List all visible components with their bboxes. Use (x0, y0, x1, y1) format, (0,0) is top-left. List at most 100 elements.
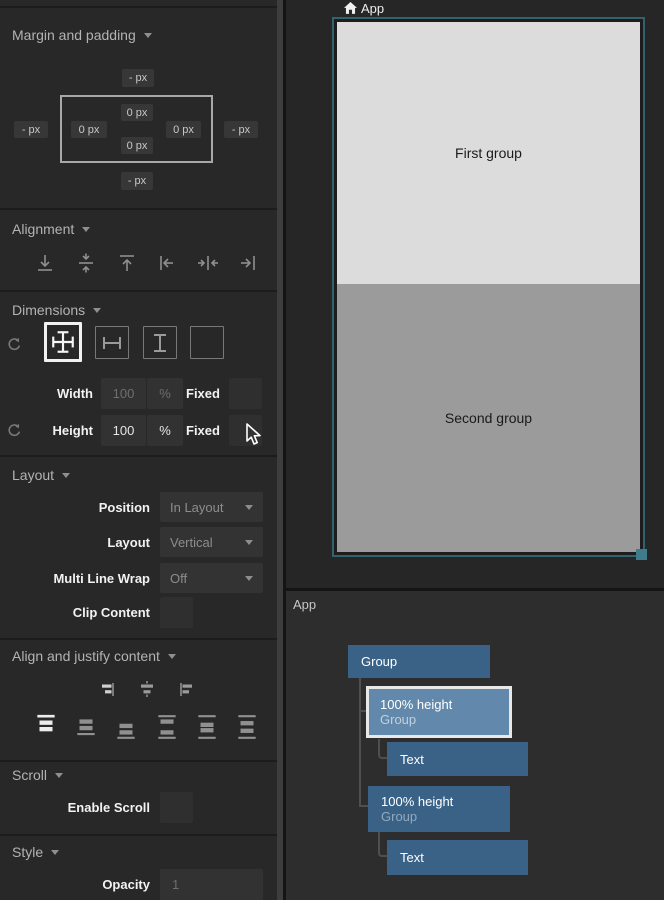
app-frame[interactable]: First group Second group (332, 17, 645, 557)
opacity-input[interactable]: 1 (160, 869, 263, 900)
opacity-label: Opacity (0, 869, 150, 900)
padding-top-value: 0 px (127, 107, 148, 119)
section-title: Scroll (12, 767, 47, 783)
width-unit-button[interactable]: % (147, 378, 183, 409)
opacity-value: 1 (172, 877, 179, 892)
section-header-align-justify[interactable]: Align and justify content (12, 648, 176, 664)
dimension-mode-fill-height[interactable] (143, 326, 177, 359)
height-unit-button[interactable]: % (147, 415, 183, 446)
padding-left-field[interactable]: 0 px (71, 121, 107, 138)
content-space-between-icon[interactable] (156, 714, 178, 740)
enable-scroll-label: Enable Scroll (0, 792, 150, 823)
mouse-cursor (245, 423, 263, 447)
align-right-icon[interactable] (237, 252, 259, 274)
margin-right-value: - px (232, 124, 250, 136)
node-title: 100% height (380, 697, 509, 712)
enable-scroll-checkbox[interactable] (160, 792, 193, 823)
tree-connector (359, 678, 361, 807)
chevron-down-icon (245, 576, 253, 581)
chevron-down-icon (93, 308, 101, 313)
clip-content-checkbox[interactable] (160, 597, 193, 628)
dimension-mode-fill-none[interactable] (190, 326, 224, 359)
width-input[interactable]: 100 (101, 378, 146, 409)
chevron-down-icon (144, 33, 152, 38)
content-center-icon[interactable] (75, 714, 97, 740)
margin-left-field[interactable]: - px (14, 121, 48, 138)
section-header-margin-padding[interactable]: Margin and padding (12, 27, 152, 43)
chevron-down-icon (51, 850, 59, 855)
node-title: Text (400, 850, 528, 865)
margin-bottom-value: - px (128, 175, 146, 187)
height-input[interactable]: 100 (101, 415, 146, 446)
node-subtitle: Group (381, 809, 510, 824)
padding-top-field[interactable]: 0 px (121, 104, 153, 121)
section-header-layout[interactable]: Layout (12, 467, 70, 483)
outline-node-group-selected[interactable]: 100% height Group (366, 686, 512, 738)
layout-dropdown[interactable]: Vertical (160, 527, 263, 557)
section-divider (0, 455, 277, 457)
section-header-dimensions[interactable]: Dimensions (12, 302, 101, 318)
padding-bottom-field[interactable]: 0 px (121, 137, 153, 154)
outline-node-group-2[interactable]: 100% height Group (368, 786, 510, 832)
node-title: Group (361, 654, 490, 669)
align-vertical-center-icon[interactable] (75, 252, 97, 274)
tree-connector (378, 831, 387, 857)
content-space-evenly-icon[interactable] (236, 714, 258, 740)
position-label: Position (0, 492, 150, 522)
justify-start-icon[interactable] (178, 680, 196, 698)
chevron-down-icon (55, 773, 63, 778)
section-divider (0, 638, 277, 640)
content-start-icon[interactable] (35, 714, 57, 740)
width-fixed-checkbox[interactable] (229, 378, 262, 409)
align-left-icon[interactable] (156, 252, 178, 274)
dimension-mode-fill-both[interactable] (44, 322, 82, 362)
outline-node-text[interactable]: Text (387, 742, 528, 776)
width-fixed-label: Fixed (186, 378, 226, 409)
node-title: Text (400, 752, 528, 767)
second-group[interactable]: Second group (337, 284, 640, 552)
canvas-breadcrumb[interactable]: App (344, 1, 384, 16)
section-divider (0, 834, 277, 836)
multi-line-wrap-label: Multi Line Wrap (0, 563, 150, 593)
multi-line-wrap-value: Off (170, 571, 245, 586)
outline-root-label: App (293, 597, 316, 612)
chevron-down-icon (168, 654, 176, 659)
content-center-lines-icon[interactable] (196, 714, 218, 740)
section-header-style[interactable]: Style (12, 844, 59, 860)
height-value: 100 (113, 423, 135, 438)
first-group[interactable]: First group (337, 22, 640, 284)
section-header-alignment[interactable]: Alignment (12, 221, 90, 237)
content-end-icon[interactable] (115, 714, 137, 740)
reset-width-icon[interactable] (6, 337, 22, 353)
height-label: Height (0, 415, 93, 446)
position-dropdown[interactable]: In Layout (160, 492, 263, 522)
outline-node-text-2[interactable]: Text (387, 840, 528, 875)
layout-label: Layout (0, 527, 150, 557)
padding-right-field[interactable]: 0 px (166, 121, 201, 138)
outline-node-group[interactable]: Group (348, 645, 490, 678)
section-title: Align and justify content (12, 648, 160, 664)
justify-center-icon[interactable] (138, 680, 156, 698)
margin-right-field[interactable]: - px (224, 121, 258, 138)
section-divider (0, 208, 277, 210)
align-top-icon[interactable] (116, 252, 138, 274)
chevron-down-icon (82, 227, 90, 232)
padding-left-value: 0 px (79, 124, 100, 136)
section-header-scroll[interactable]: Scroll (12, 767, 63, 783)
inspector-panel: Margin and padding - px 0 px - px 0 px 0… (0, 0, 277, 900)
second-group-label: Second group (445, 410, 532, 426)
tree-connector (378, 739, 387, 759)
align-bottom-icon[interactable] (34, 252, 56, 274)
dimension-mode-fill-width[interactable] (95, 326, 129, 359)
margin-top-field[interactable]: - px (122, 69, 154, 87)
align-horizontal-center-icon[interactable] (197, 252, 219, 274)
section-title: Margin and padding (12, 27, 136, 43)
clip-content-label: Clip Content (0, 597, 150, 628)
margin-bottom-field[interactable]: - px (121, 172, 153, 190)
node-subtitle: Group (380, 712, 509, 727)
resize-handle[interactable] (636, 549, 647, 560)
justify-end-icon[interactable] (98, 680, 116, 698)
multi-line-wrap-dropdown[interactable]: Off (160, 563, 263, 593)
section-title: Layout (12, 467, 54, 483)
breadcrumb-label: App (361, 1, 384, 16)
